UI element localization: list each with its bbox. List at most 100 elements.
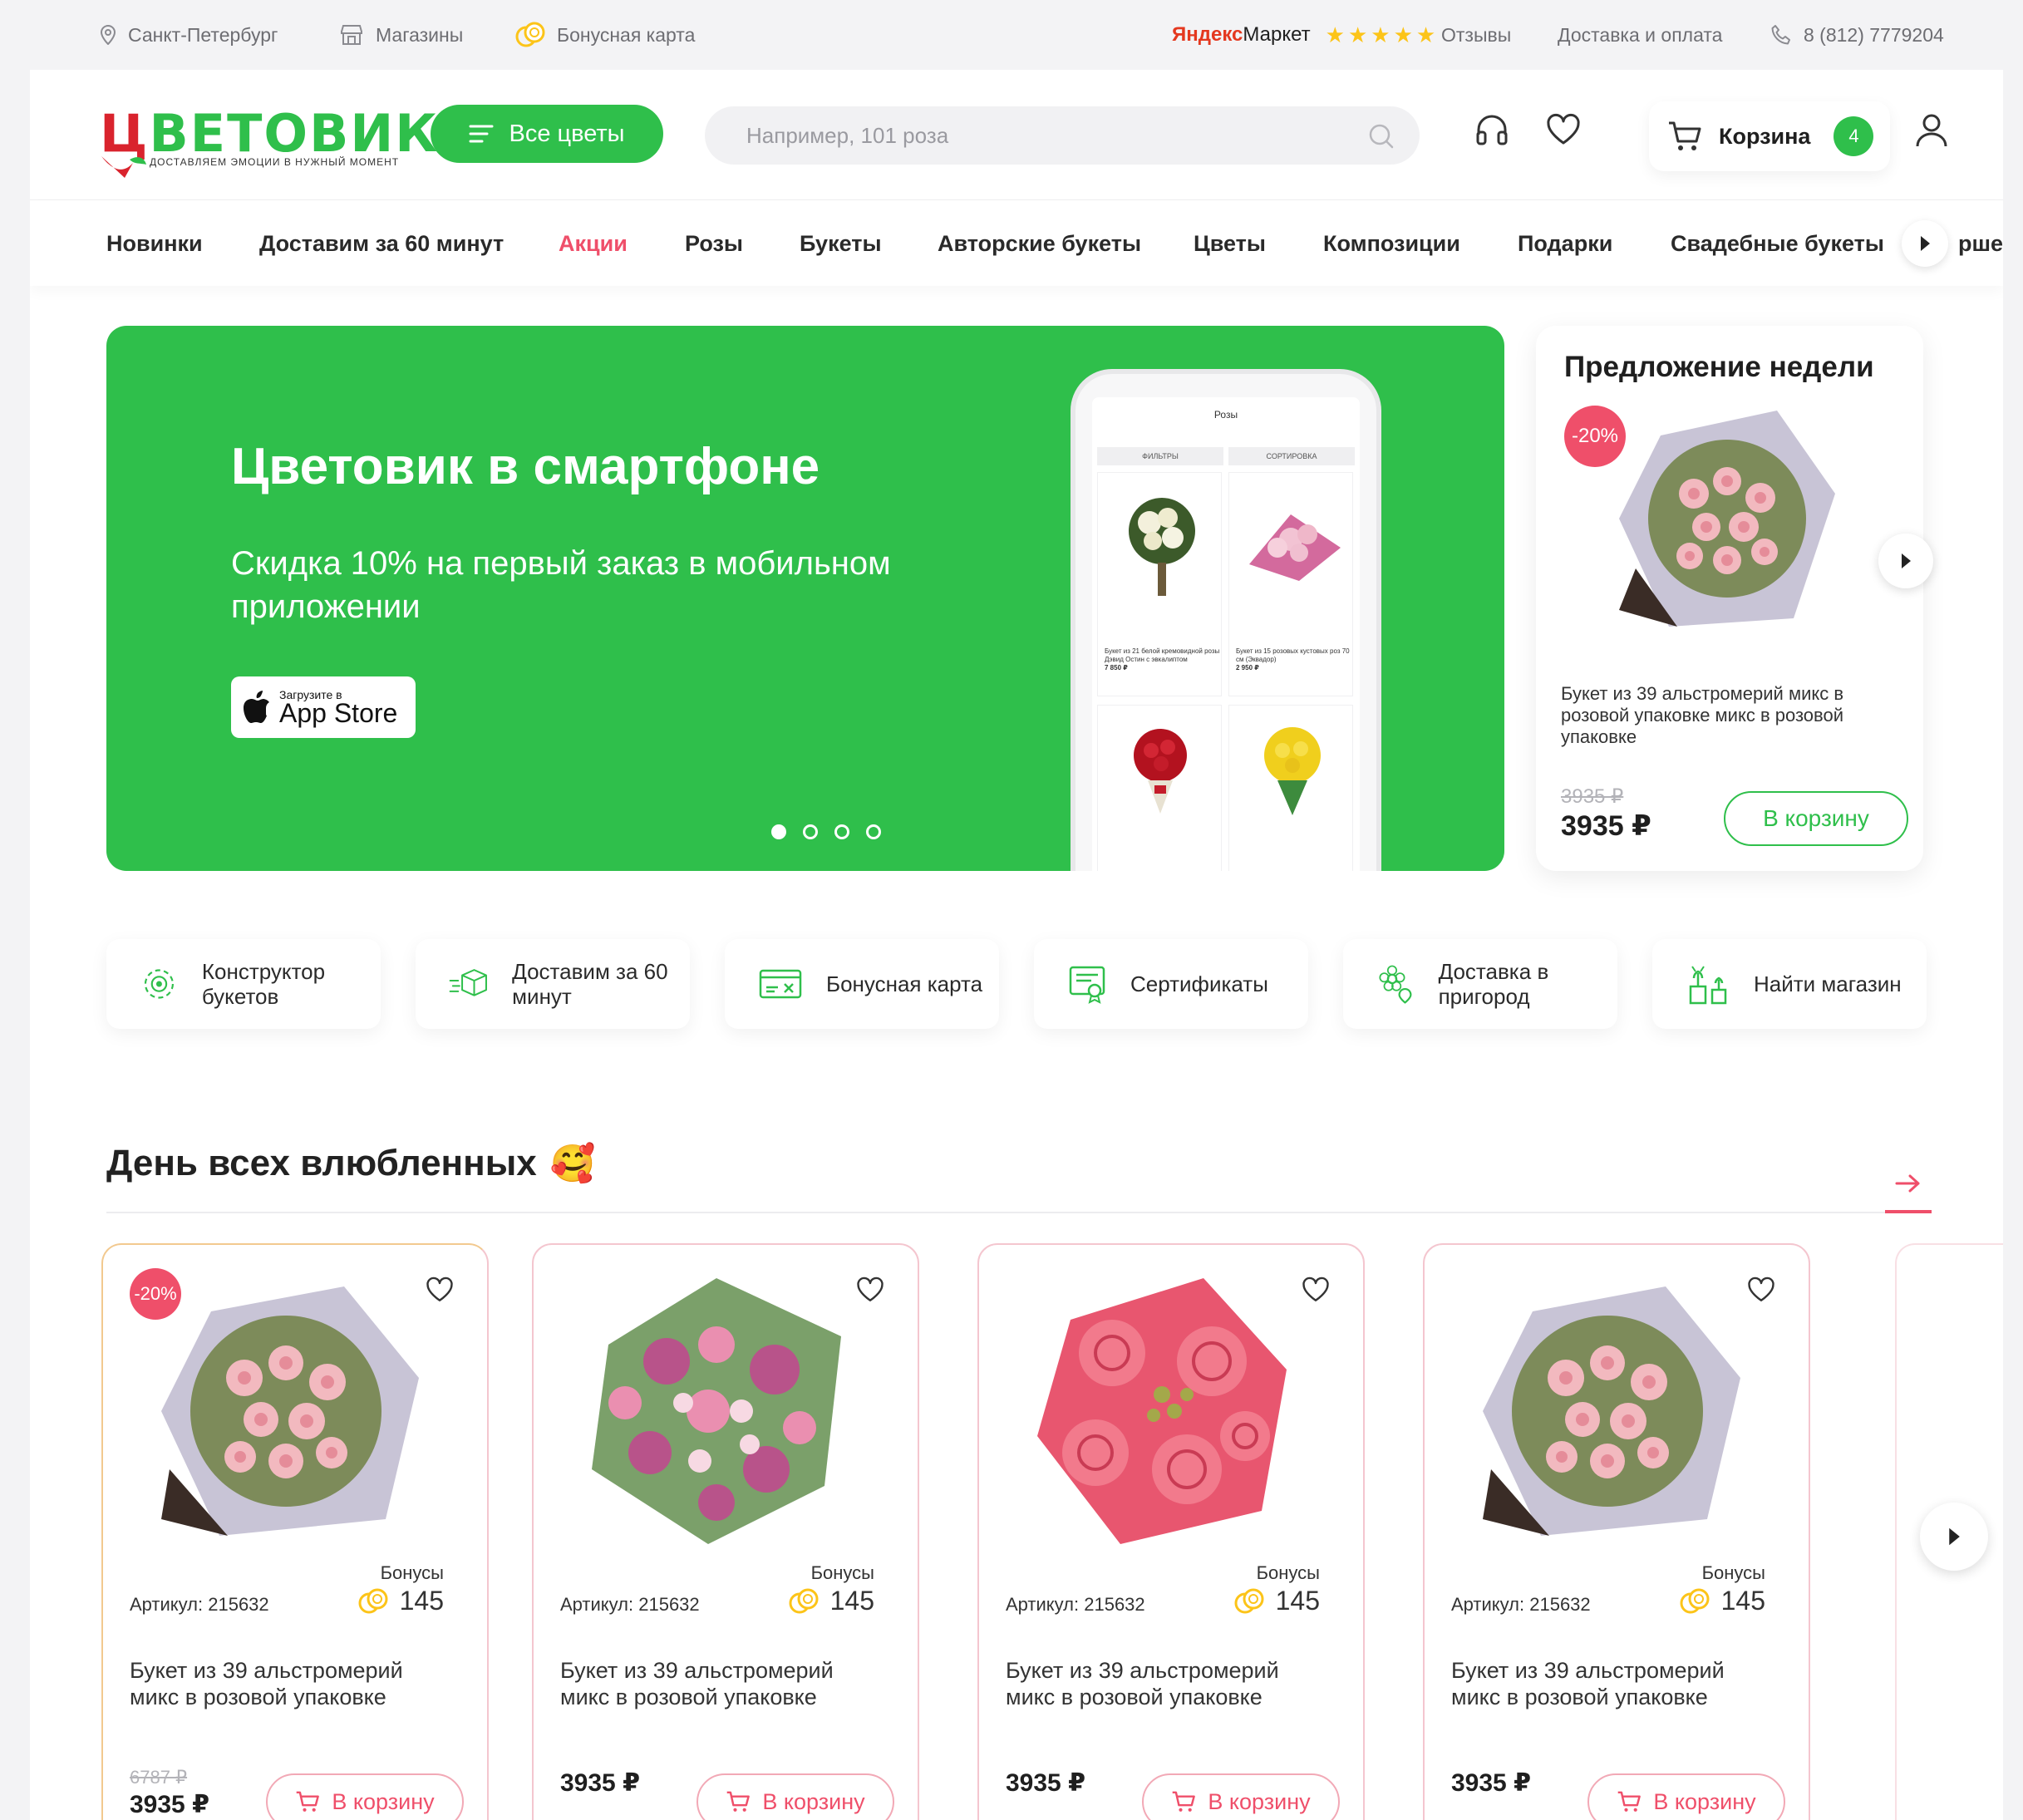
add-to-cart-button[interactable]: В корзину [696, 1773, 894, 1820]
nav-item-promotions[interactable]: Акции [559, 200, 628, 287]
product-image[interactable] [1021, 1270, 1303, 1552]
product-card[interactable]: -20% Бонусы 145 Артикул: 215632 Букет из… [101, 1243, 489, 1820]
product-card[interactable]: Бонусы 145 Артикул: 215632 Букет из 39 а… [977, 1243, 1365, 1820]
arrow-right-icon[interactable] [1895, 1173, 1922, 1193]
feature-label: Сертификаты [1130, 971, 1268, 996]
nav-item-author-bouquets[interactable]: Авторские букеты [938, 200, 1141, 287]
add-to-cart-button[interactable]: В корзину [1587, 1773, 1785, 1820]
feature-certificates[interactable]: Сертификаты [1034, 939, 1308, 1029]
price: 3935 ₽ [1006, 1769, 1085, 1797]
header: ЦВЕТОВИК Доставляем эмоции в нужный моме… [30, 70, 2003, 199]
feature-find-store[interactable]: Найти магазин [1652, 939, 1927, 1029]
logo[interactable]: ЦВЕТОВИК Доставляем эмоции в нужный моме… [100, 103, 437, 178]
discount-badge: -20% [1564, 406, 1626, 467]
feature-label: Доставка в пригород [1438, 959, 1549, 1009]
city-selector[interactable]: Санкт-Петербург [100, 0, 278, 70]
search-input[interactable] [705, 106, 1353, 165]
phone-tab-sort: СОРТИРОВКА [1228, 447, 1355, 465]
bonus-label: Бонусы [380, 1562, 444, 1583]
main-navigation: Новинки Доставим за 60 минут Акции Розы … [30, 199, 2003, 286]
favorite-heart-icon[interactable] [1747, 1276, 1775, 1303]
products-next-button[interactable] [1920, 1503, 1988, 1571]
phone-link[interactable]: 8 (812) 7779204 [1770, 0, 1944, 70]
favorites-heart-icon[interactable] [1546, 113, 1581, 146]
bonus-amount: 145 [829, 1586, 874, 1616]
reviews-link[interactable]: Отзывы [1441, 0, 1511, 70]
offer-of-the-week-card: Предложение недели -20% Букет из 39 альс… [1536, 326, 1933, 871]
phone-product-card: Букет из 15 розовых кустовых роз 70 см (… [1228, 472, 1353, 696]
product-image[interactable] [145, 1270, 427, 1552]
nav-item-overflow[interactable]: рше [1958, 200, 2003, 287]
offer-title: Предложение недели [1564, 351, 1874, 383]
chevron-right-icon [1949, 1527, 1960, 1546]
favorite-heart-icon[interactable] [856, 1276, 884, 1303]
logo-tagline: Доставляем эмоции в нужный момент [150, 156, 400, 168]
delivery-link[interactable]: Доставка и оплата [1558, 0, 1722, 70]
slider-dot-1[interactable] [771, 824, 786, 839]
all-flowers-button[interactable]: Все цветы [431, 105, 663, 163]
all-flowers-label: Все цветы [509, 120, 625, 147]
product-name[interactable]: Букет из 39 альстромерий микс в розовой … [1006, 1657, 1322, 1710]
add-to-cart-label: В корзину [332, 1788, 435, 1814]
app-store-big-label: App Store [279, 698, 398, 728]
slider-dot-3[interactable] [834, 824, 849, 839]
app-store-button[interactable]: Загрузите в App Store [231, 676, 416, 738]
stores-link[interactable]: Магазины [339, 0, 463, 70]
slider-dot-2[interactable] [803, 824, 818, 839]
add-to-cart-button[interactable]: В корзину [1142, 1773, 1340, 1820]
feature-delivery-60[interactable]: Доставим за 60 минут [416, 939, 690, 1029]
star-icon: ★ [1371, 22, 1391, 47]
nav-scroll-right-button[interactable] [1902, 220, 1948, 267]
offer-next-button[interactable] [1878, 534, 1933, 588]
nav-item-delivery-60[interactable]: Доставим за 60 минут [259, 200, 504, 287]
price: 3935 ₽ [130, 1791, 209, 1818]
section-title: День всех влюбленных 🥰 [106, 1142, 596, 1185]
star-icon: ★ [1415, 22, 1436, 47]
cart-button[interactable]: Корзина 4 [1649, 101, 1890, 171]
nav-item-compositions[interactable]: Композиции [1323, 200, 1460, 287]
coins-icon [515, 22, 545, 47]
favorite-heart-icon[interactable] [1302, 1276, 1330, 1303]
product-image[interactable] [575, 1270, 858, 1552]
bonus-value: 145 [1680, 1586, 1765, 1616]
article-number: Артикул: 215632 [1006, 1594, 1145, 1615]
product-name[interactable]: Букет из 39 альстромерий микс в розовой … [130, 1657, 445, 1710]
product-image[interactable] [1466, 1270, 1749, 1552]
offer-product-name[interactable]: Букет из 39 альстромерий микс в розовой … [1561, 683, 1885, 748]
bonus-value: 145 [1234, 1586, 1320, 1616]
product-card[interactable]: Бонусы 145 Артикул: 215632 Букет из 39 а… [532, 1243, 919, 1820]
nav-item-roses[interactable]: Розы [685, 200, 743, 287]
cart-count-badge: 4 [1833, 116, 1874, 156]
search-icon[interactable] [1368, 123, 1395, 150]
support-headset-icon[interactable] [1474, 113, 1509, 148]
cart-icon [1173, 1791, 1196, 1812]
product-card[interactable]: Бонусы 145 Артикул: 215632 Букет из 39 а… [1423, 1243, 1810, 1820]
user-profile-icon[interactable] [1915, 113, 1948, 148]
offer-product-image[interactable] [1611, 402, 1852, 643]
feature-bouquet-constructor[interactable]: Конструктор букетов [106, 939, 381, 1029]
hero-title: Цветовик в смартфоне [231, 438, 820, 495]
product-name[interactable]: Букет из 39 альстромерий микс в розовой … [560, 1657, 876, 1710]
nav-item-new[interactable]: Новинки [106, 200, 203, 287]
feature-bonus-card[interactable]: Бонусная карта [725, 939, 999, 1029]
feature-suburb-delivery[interactable]: Доставка в пригород [1343, 939, 1617, 1029]
yellow-bouquet-image [1264, 727, 1321, 815]
slider-dot-4[interactable] [866, 824, 881, 839]
bonus-card-link[interactable]: Бонусная карта [515, 0, 695, 70]
phone-icon [1771, 25, 1790, 45]
bonus-card-label: Бонусная карта [557, 23, 696, 46]
favorite-heart-icon[interactable] [426, 1276, 454, 1303]
nav-item-gifts[interactable]: Подарки [1518, 200, 1612, 287]
hero-banner[interactable]: Цветовик в смартфоне Скидка 10% на первы… [106, 326, 1504, 871]
product-name[interactable]: Букет из 39 альстромерий микс в розовой … [1451, 1657, 1767, 1710]
apple-logo-icon [244, 691, 269, 723]
nav-item-flowers[interactable]: Цветы [1194, 200, 1266, 287]
yandex-market-rating[interactable]: ЯндексМаркет ★ ★ ★ ★ ★ [1172, 0, 1435, 70]
feature-label: Конструктор букетов [201, 959, 326, 1009]
offer-add-to-cart-button[interactable]: В корзину [1724, 791, 1908, 846]
phone-product-card [1228, 705, 1353, 871]
nav-item-wedding-bouquets[interactable]: Свадебные букеты [1671, 200, 1884, 287]
nav-item-bouquets[interactable]: Букеты [800, 200, 882, 287]
add-to-cart-button[interactable]: В корзину [266, 1773, 464, 1820]
logo-wordmark: ЦВЕТОВИК [100, 103, 439, 164]
